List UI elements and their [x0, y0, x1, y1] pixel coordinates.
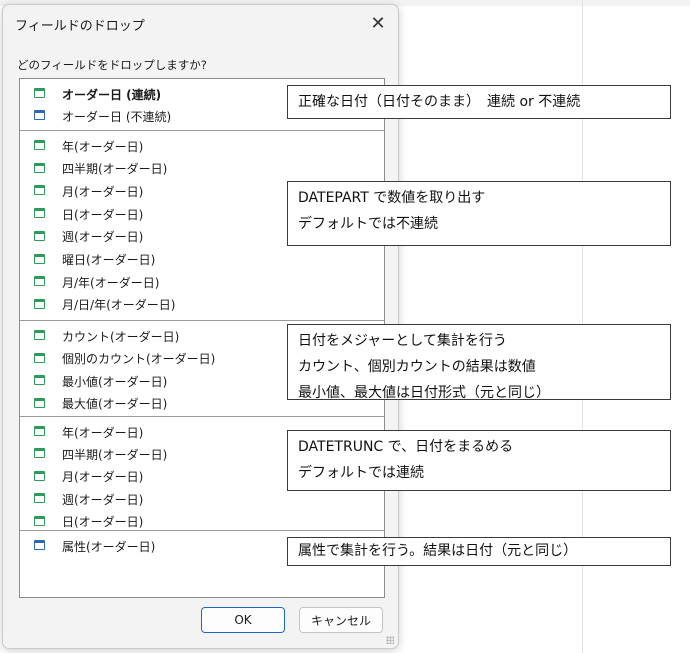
field-option-label: オーダー日 (不連続)	[62, 109, 172, 124]
field-option-item[interactable]: 月/日/年(オーダー日)	[20, 294, 384, 316]
annotation-line: DATEPART で数値を取り出す	[298, 190, 486, 206]
calendar-icon	[34, 470, 45, 481]
annotation-line: カウント、個別カウントの結果は数値	[298, 359, 536, 375]
dialog-title: フィールドのドロップ	[15, 19, 145, 34]
field-option-label: 月(オーダー日)	[62, 184, 144, 199]
calendar-icon	[34, 448, 45, 459]
annotation-line: 日付をメジャーとして集計を行う	[298, 333, 507, 349]
annotation-line: DATETRUNC で、日付をまるめる	[298, 439, 514, 455]
calendar-icon	[34, 493, 45, 504]
field-option-label: オーダー日 (連続)	[62, 87, 162, 102]
calendar-icon	[34, 540, 45, 550]
annotation-line: デフォルトでは不連続	[298, 216, 438, 232]
field-option-label: 月/日/年(オーダー日)	[62, 298, 176, 313]
calendar-icon	[34, 276, 45, 287]
field-option-label: 四半期(オーダー日)	[62, 162, 168, 177]
field-option-label: 四半期(オーダー日)	[62, 447, 168, 462]
calendar-icon	[34, 230, 45, 241]
field-option-label: 月(オーダー日)	[62, 470, 144, 485]
group-separator	[20, 416, 384, 417]
field-option-label: 個別のカウント(オーダー日)	[62, 352, 216, 366]
field-option-label: 曜日(オーダー日)	[62, 253, 156, 267]
annotation-box: 属性で集計を行う。結果は日付（元と同じ）	[287, 537, 671, 566]
calendar-icon	[34, 140, 45, 150]
field-option-item[interactable]: 曜日(オーダー日)	[20, 249, 384, 271]
calendar-icon	[34, 253, 45, 264]
group-separator	[20, 320, 384, 321]
annotation-line: 最小値、最大値は日付形式（元と同じ）	[298, 385, 550, 401]
calendar-icon	[34, 185, 45, 196]
field-option-label: カウント(オーダー日)	[62, 329, 180, 344]
field-option-label: 週(オーダー日)	[62, 230, 144, 245]
calendar-icon	[34, 397, 45, 408]
annotation-line: 属性で集計を行う。結果は日付（元と同じ）	[298, 543, 578, 559]
calendar-icon	[34, 298, 45, 309]
annotation-box: DATEPART で数値を取り出す デフォルトでは不連続	[287, 181, 671, 246]
field-option-label: 属性(オーダー日)	[62, 539, 156, 554]
field-option-label: 年(オーダー日)	[62, 139, 144, 154]
field-option-label: 週(オーダー日)	[62, 492, 144, 507]
cancel-button[interactable]: キャンセル	[299, 607, 383, 633]
calendar-icon	[34, 515, 45, 526]
annotation-box: DATETRUNC で、日付をまるめる デフォルトでは連続	[287, 430, 671, 491]
field-option-label: 月/年(オーダー日)	[62, 275, 160, 290]
calendar-icon	[34, 375, 45, 385]
field-option-item[interactable]: 月/年(オーダー日)	[20, 271, 384, 293]
annotation-box: 日付をメジャーとして集計を行うカウント、個別カウントの結果は数値 最小値、最大値は…	[287, 324, 671, 401]
calendar-icon	[34, 208, 45, 219]
calendar-icon	[34, 110, 45, 120]
field-option-label: 年(オーダー日)	[62, 425, 144, 440]
field-option-label: 最小値(オーダー日)	[62, 374, 168, 389]
field-option-label: 日(オーダー日)	[62, 515, 144, 530]
calendar-icon	[34, 426, 45, 436]
group-separator	[20, 130, 384, 131]
resize-grip[interactable]	[386, 636, 394, 644]
calendar-icon	[34, 88, 45, 98]
annotation-line: デフォルトでは連続	[298, 465, 424, 481]
field-option-item[interactable]: 週(オーダー日)	[20, 488, 384, 510]
field-option-item[interactable]: 四半期(オーダー日)	[20, 158, 384, 180]
annotation-line: 正確な日付（日付そのまま） 連続 or 不連続	[298, 94, 581, 110]
field-option-label: 最大値(オーダー日)	[62, 397, 168, 411]
close-icon[interactable]: ✕	[364, 9, 392, 37]
dialog-prompt: どのフィールドをドロップしますか?	[17, 58, 207, 72]
field-option-item[interactable]: 年(オーダー日)	[20, 135, 384, 157]
annotation-box: 正確な日付（日付そのまま） 連続 or 不連続	[287, 85, 671, 119]
calendar-icon	[34, 352, 45, 363]
field-option-label: 日(オーダー日)	[62, 207, 144, 222]
calendar-icon	[34, 330, 45, 340]
ok-button[interactable]: OK	[201, 607, 285, 633]
field-option-item[interactable]: 日(オーダー日)	[20, 511, 384, 533]
calendar-icon	[34, 162, 45, 173]
